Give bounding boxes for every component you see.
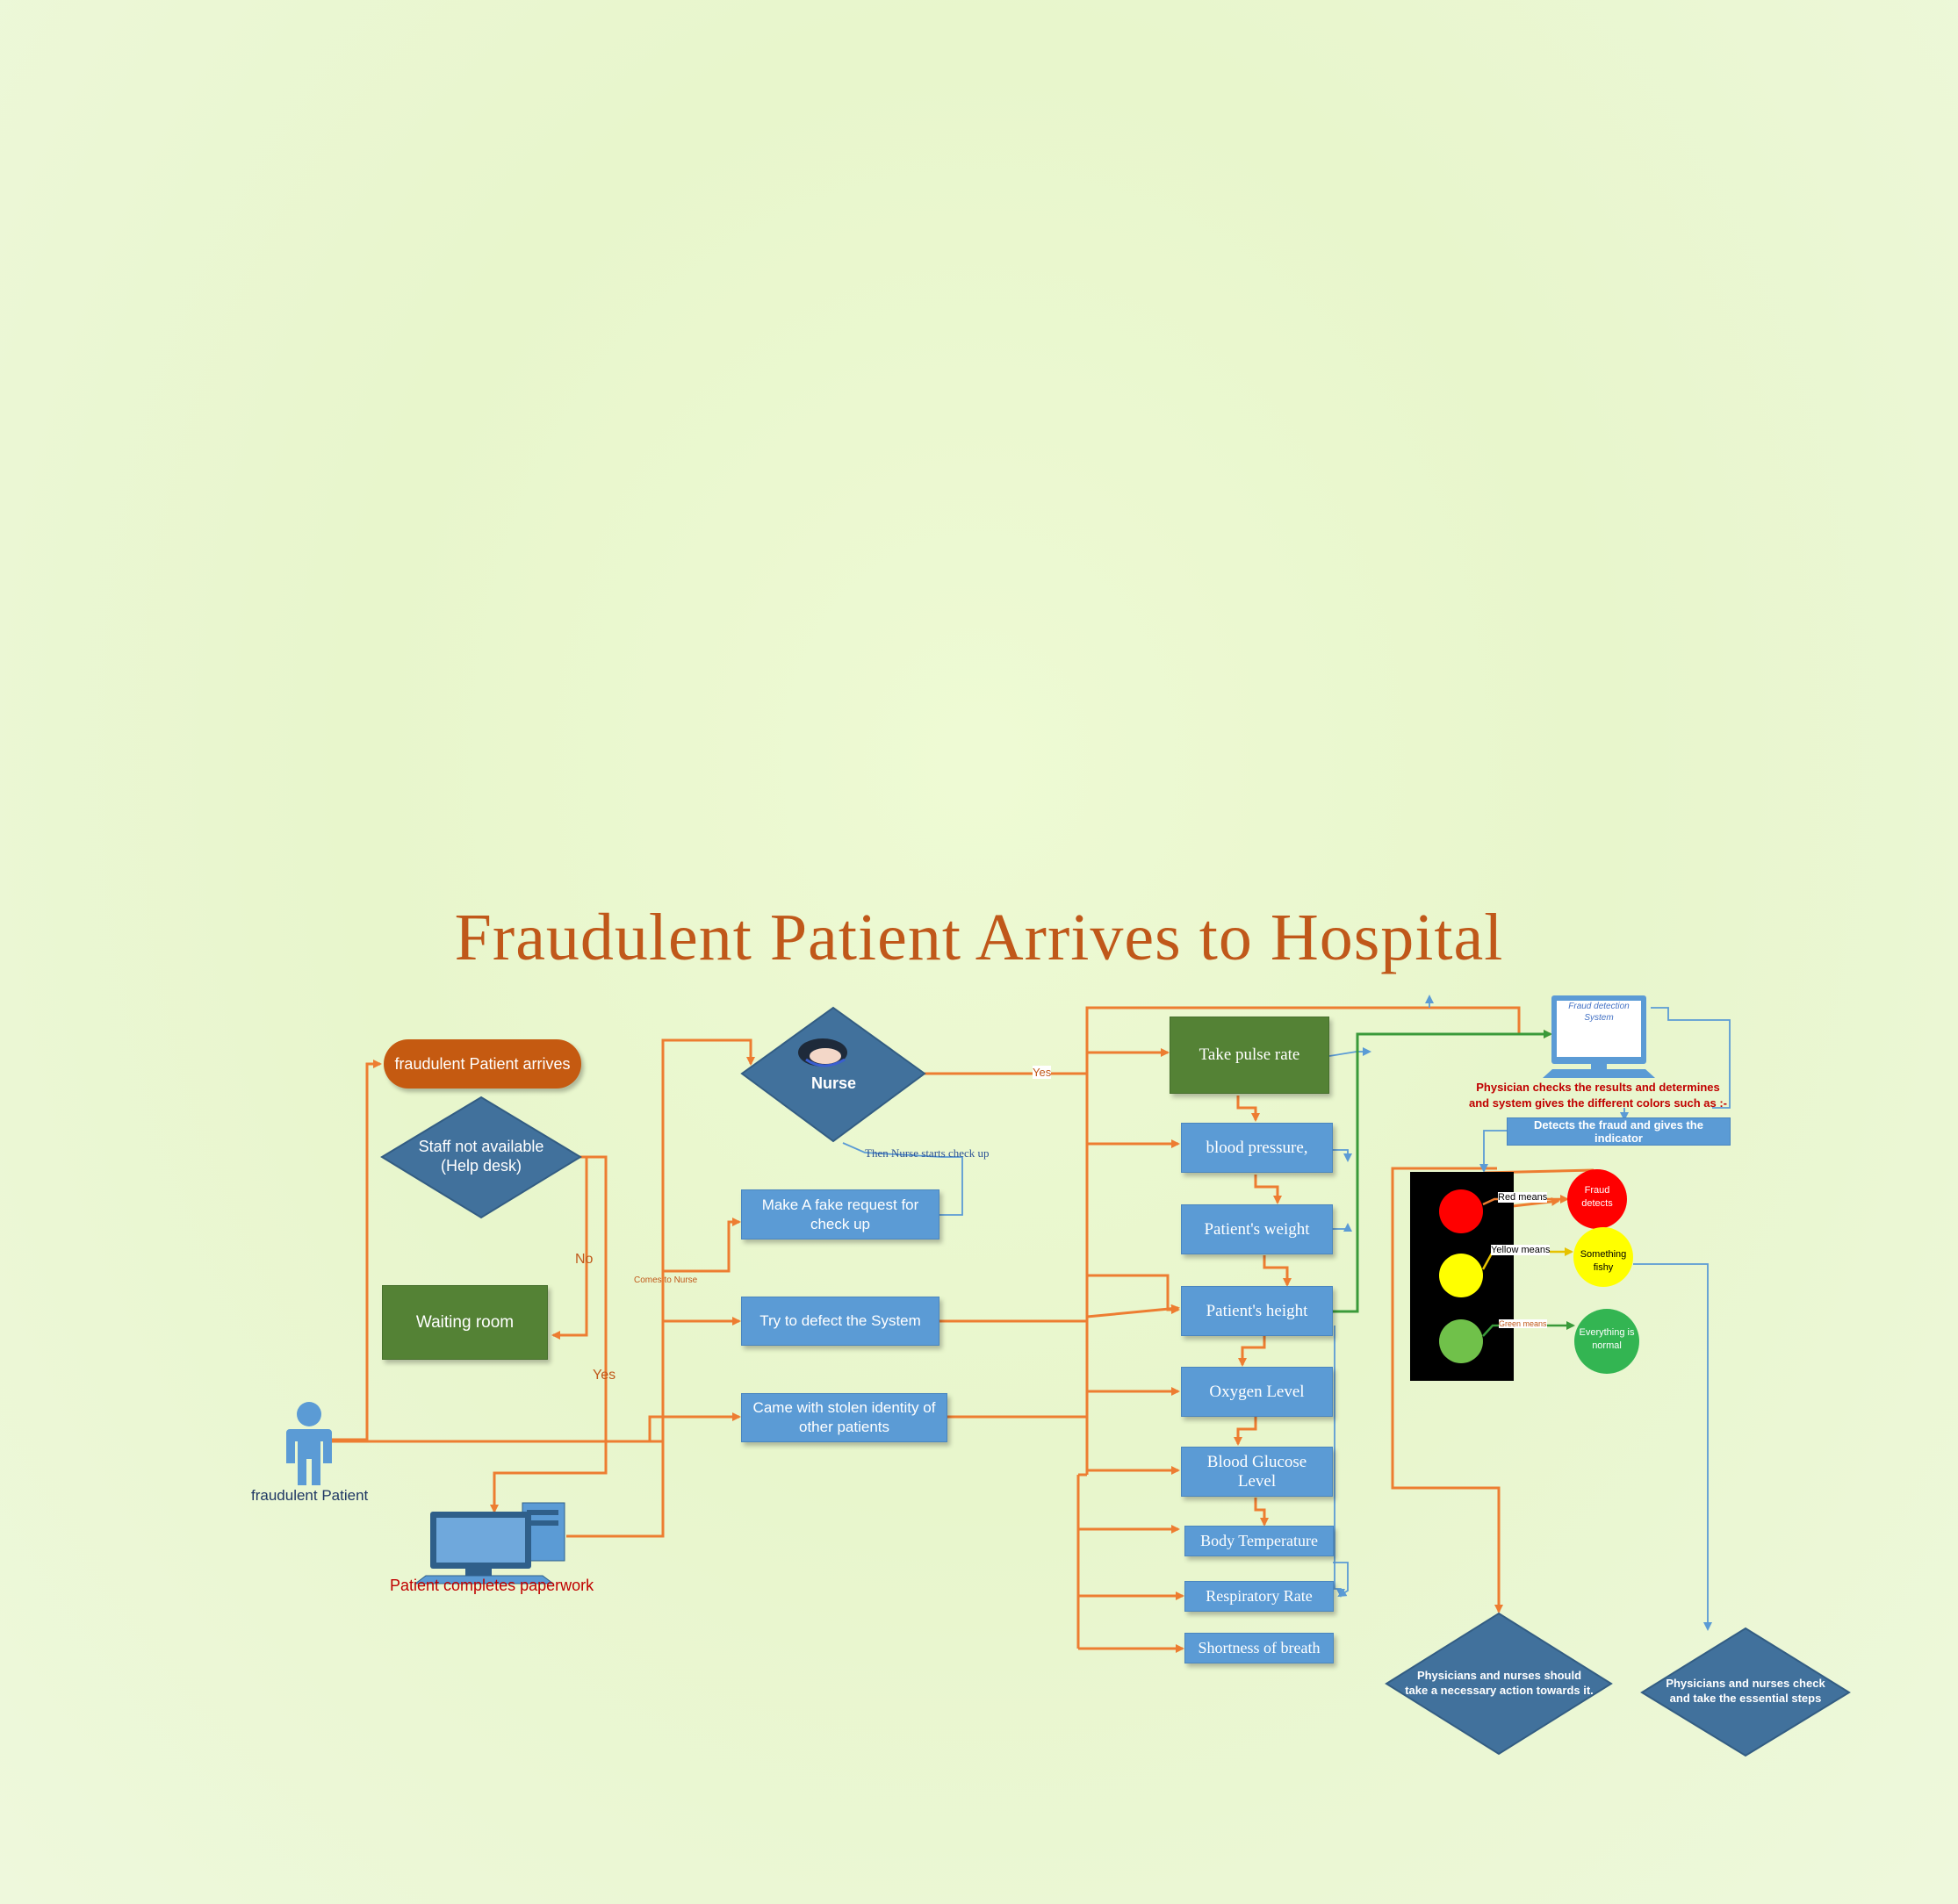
fds-label: Fraud detection System [1558, 1001, 1639, 1024]
check-height-label: Patient's height [1206, 1301, 1308, 1320]
fraud-label-text: Fraud detects [1581, 1185, 1613, 1209]
stolen-identity-label: Came with stolen identity of other patie… [752, 1399, 936, 1435]
check-pulse-box: Take pulse rate [1170, 1017, 1329, 1094]
check-oxygen-box: Oxygen Level [1181, 1367, 1333, 1417]
waiting-room-box: Waiting room [382, 1285, 548, 1360]
check-breath-box: Shortness of breath [1184, 1633, 1334, 1663]
physician-note-text: Physician checks the results and determi… [1468, 1081, 1728, 1110]
detects-label: Detects the fraud and gives the indicato… [1534, 1118, 1703, 1145]
traffic-light [1410, 1172, 1514, 1381]
paperwork-label: Patient completes paperwork [390, 1577, 594, 1594]
defect-box: Try to defect the System [741, 1297, 939, 1346]
nurse-yes-label: Yes [1033, 1066, 1052, 1079]
green-light [1439, 1319, 1483, 1363]
waiting-room-label: Waiting room [415, 1312, 515, 1332]
fds-label-text: Fraud detection System [1568, 1002, 1630, 1023]
check-weight-label: Patient's weight [1204, 1219, 1310, 1239]
normal-label-text: Everything is normal [1579, 1327, 1635, 1351]
patient-label: fraudulent Patient [251, 1487, 369, 1504]
physician-note: Physician checks the results and determi… [1465, 1080, 1731, 1111]
check-temperature-label: Body Temperature [1200, 1532, 1318, 1549]
action-1-label: Physicians and nurses should take a nece… [1405, 1668, 1594, 1698]
page-title: Fraudulent Patient Arrives to Hospital [454, 901, 1504, 974]
check-bp-label: blood pressure, [1206, 1138, 1308, 1157]
fraud-label: Fraud detects [1568, 1184, 1626, 1211]
computer-icon [414, 1502, 565, 1584]
check-weight-box: Patient's weight [1181, 1204, 1333, 1254]
yes-label: Yes [593, 1368, 616, 1383]
stolen-identity-box: Came with stolen identity of other patie… [741, 1393, 947, 1442]
action-2-text: Physicians and nurses check and take the… [1666, 1677, 1825, 1705]
comes-to-nurse-label: Comes to Nurse [634, 1275, 698, 1285]
person-icon [286, 1402, 332, 1485]
yellow-means-label: Yellow means [1491, 1245, 1551, 1255]
check-bp-box: blood pressure, [1181, 1123, 1333, 1173]
check-temperature-box: Body Temperature [1184, 1526, 1334, 1556]
green-means-label: Green means [1499, 1319, 1547, 1328]
check-respiratory-label: Respiratory Rate [1206, 1587, 1313, 1605]
check-glucose-label: Blood Glucose Level [1206, 1452, 1307, 1491]
check-oxygen-label: Oxygen Level [1209, 1382, 1305, 1401]
staff-line-2: (Help desk) [440, 1157, 522, 1175]
nurse-avatar-icon [798, 1038, 847, 1067]
arrives-label: fraudulent Patient arrives [394, 1054, 571, 1073]
detects-box: Detects the fraud and gives the indicato… [1507, 1117, 1731, 1146]
check-height-box: Patient's height [1181, 1286, 1333, 1336]
no-label: No [575, 1252, 594, 1267]
action-1-text: Physicians and nurses should take a nece… [1405, 1669, 1594, 1697]
nurse-label: Nurse [811, 1074, 857, 1092]
check-breath-label: Shortness of breath [1198, 1639, 1321, 1656]
fake-request-label: Make A fake request for check up [761, 1196, 919, 1232]
normal-label: Everything is normal [1574, 1326, 1639, 1353]
red-means-label: Red means [1498, 1192, 1548, 1203]
check-respiratory-box: Respiratory Rate [1184, 1581, 1334, 1612]
yellow-light [1439, 1254, 1483, 1297]
action-2-label: Physicians and nurses check and take the… [1662, 1676, 1829, 1706]
fishy-label-text: Something fishy [1580, 1249, 1627, 1273]
fake-request-box: Make A fake request for check up [741, 1189, 939, 1239]
red-light [1439, 1189, 1483, 1233]
defect-label: Try to defect the System [759, 1312, 921, 1329]
staff-line-1: Staff not available [418, 1138, 544, 1155]
staff-decision-label: Staff not available (Help desk) [393, 1137, 569, 1175]
then-nurse-label: Then Nurse starts check up [865, 1146, 990, 1160]
arrives-terminator: fraudulent Patient arrives [384, 1039, 581, 1089]
check-glucose-box: Blood Glucose Level [1181, 1447, 1333, 1497]
check-pulse-label: Take pulse rate [1199, 1045, 1300, 1064]
fishy-label: Something fishy [1573, 1248, 1633, 1275]
